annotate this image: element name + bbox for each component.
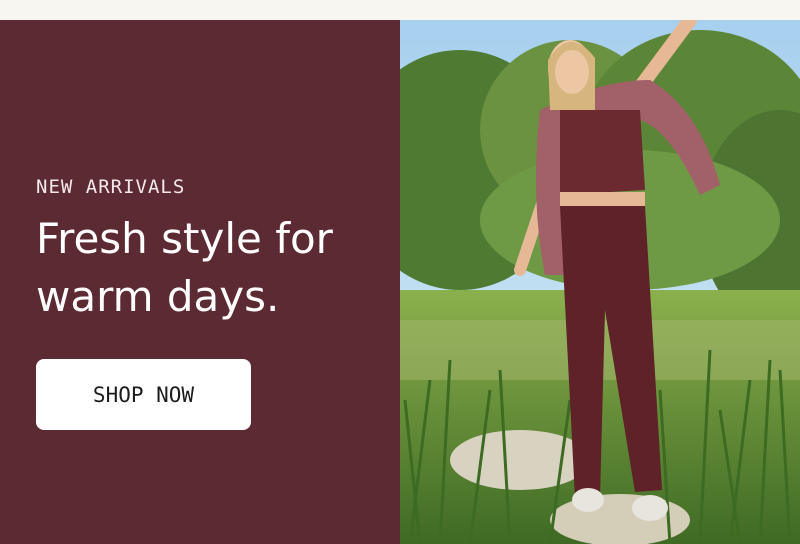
hero-headline: Fresh style for warm days. — [36, 214, 333, 321]
top-strip — [0, 0, 800, 20]
hero-image — [400, 20, 800, 544]
hero-banner: NEW ARRIVALS Fresh style for warm days. … — [0, 20, 800, 544]
eyebrow-label: NEW ARRIVALS — [36, 176, 186, 198]
shop-now-button[interactable]: SHOP NOW — [36, 359, 251, 430]
hero-photo-illustration — [400, 20, 800, 544]
promo-panel: NEW ARRIVALS Fresh style for warm days. … — [0, 20, 400, 544]
